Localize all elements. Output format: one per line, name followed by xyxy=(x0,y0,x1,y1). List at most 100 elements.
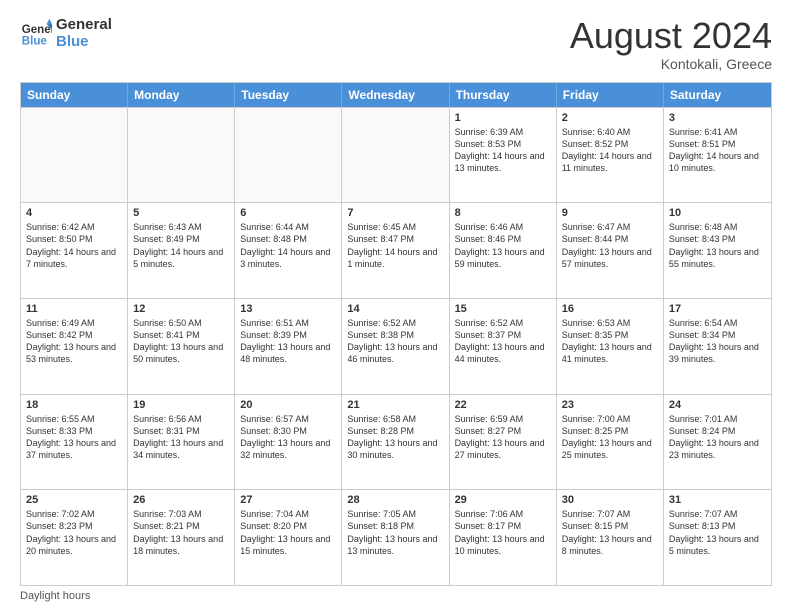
calendar-cell-27: 27 Sunrise: 7:04 AM Sunset: 8:20 PM Dayli… xyxy=(235,490,342,585)
svg-text:General: General xyxy=(22,24,52,36)
day-number: 27 xyxy=(240,494,336,506)
calendar-body: 1Sunrise: 6:39 AM Sunset: 8:53 PM Daylig… xyxy=(21,107,771,585)
cell-info: Sunrise: 7:05 AM Sunset: 8:18 PM Dayligh… xyxy=(347,508,443,557)
cell-info: Sunrise: 7:03 AM Sunset: 8:21 PM Dayligh… xyxy=(133,508,229,557)
calendar-cell-2: 2 Sunrise: 6:40 AM Sunset: 8:52 PM Daylig… xyxy=(557,108,664,203)
day-number: 24 xyxy=(669,399,766,411)
day-number: 29 xyxy=(455,494,551,506)
cell-info: Sunrise: 6:46 AM Sunset: 8:46 PM Dayligh… xyxy=(455,221,551,270)
calendar-cell-11: 11Sunrise: 6:49 AM Sunset: 8:42 PM Dayli… xyxy=(21,299,128,394)
cell-info: Sunrise: 7:07 AM Sunset: 8:15 PM Dayligh… xyxy=(562,508,658,557)
calendar-cell-19: 19Sunrise: 6:56 AM Sunset: 8:31 PM Dayli… xyxy=(128,395,235,490)
cell-info: Sunrise: 7:01 AM Sunset: 8:24 PM Dayligh… xyxy=(669,413,766,462)
calendar-row-3: 18 Sunrise: 6:55 AM Sunset: 8:33 PM Dayli… xyxy=(21,394,771,490)
calendar-cell-13: 13 Sunrise: 6:51 AM Sunset: 8:39 PM Dayli… xyxy=(235,299,342,394)
day-number: 28 xyxy=(347,494,443,506)
logo-line2: Blue xyxy=(56,33,112,50)
cell-info: Sunrise: 6:40 AM Sunset: 8:52 PM Dayligh… xyxy=(562,126,658,175)
cell-info: Sunrise: 6:57 AM Sunset: 8:30 PM Dayligh… xyxy=(240,413,336,462)
cell-info: Sunrise: 6:59 AM Sunset: 8:27 PM Dayligh… xyxy=(455,413,551,462)
day-number: 14 xyxy=(347,303,443,315)
day-number: 18 xyxy=(26,399,122,411)
day-number: 13 xyxy=(240,303,336,315)
day-number: 16 xyxy=(562,303,658,315)
cell-info: Sunrise: 6:41 AM Sunset: 8:51 PM Dayligh… xyxy=(669,126,766,175)
day-number: 20 xyxy=(240,399,336,411)
day-number: 6 xyxy=(240,207,336,219)
cell-info: Sunrise: 6:47 AM Sunset: 8:44 PM Dayligh… xyxy=(562,221,658,270)
calendar-cell-31: 31Sunrise: 7:07 AM Sunset: 8:13 PM Dayli… xyxy=(664,490,771,585)
header-day-monday: Monday xyxy=(128,83,235,107)
cell-info: Sunrise: 6:49 AM Sunset: 8:42 PM Dayligh… xyxy=(26,317,122,366)
cell-info: Sunrise: 6:52 AM Sunset: 8:38 PM Dayligh… xyxy=(347,317,443,366)
calendar: SundayMondayTuesdayWednesdayThursdayFrid… xyxy=(20,82,772,586)
calendar-cell-24: 24 Sunrise: 7:01 AM Sunset: 8:24 PM Dayli… xyxy=(664,395,771,490)
location-subtitle: Kontokali, Greece xyxy=(570,56,772,72)
cell-info: Sunrise: 7:07 AM Sunset: 8:13 PM Dayligh… xyxy=(669,508,766,557)
calendar-cell-6: 6 Sunrise: 6:44 AM Sunset: 8:48 PM Daylig… xyxy=(235,203,342,298)
day-number: 12 xyxy=(133,303,229,315)
cell-info: Sunrise: 7:04 AM Sunset: 8:20 PM Dayligh… xyxy=(240,508,336,557)
calendar-cell-29: 29Sunrise: 7:06 AM Sunset: 8:17 PM Dayli… xyxy=(450,490,557,585)
cell-info: Sunrise: 6:43 AM Sunset: 8:49 PM Dayligh… xyxy=(133,221,229,270)
day-number: 26 xyxy=(133,494,229,506)
calendar-cell-22: 22Sunrise: 6:59 AM Sunset: 8:27 PM Dayli… xyxy=(450,395,557,490)
logo-line1: General xyxy=(56,16,112,33)
page-header: General Blue General Blue August 2024 Ko… xyxy=(20,16,772,72)
logo: General Blue General Blue xyxy=(20,16,112,51)
calendar-cell-26: 26 Sunrise: 7:03 AM Sunset: 8:21 PM Dayli… xyxy=(128,490,235,585)
calendar-cell-14: 14 Sunrise: 6:52 AM Sunset: 8:38 PM Dayli… xyxy=(342,299,449,394)
cell-info: Sunrise: 7:00 AM Sunset: 8:25 PM Dayligh… xyxy=(562,413,658,462)
calendar-header: SundayMondayTuesdayWednesdayThursdayFrid… xyxy=(21,83,771,107)
cell-info: Sunrise: 6:51 AM Sunset: 8:39 PM Dayligh… xyxy=(240,317,336,366)
day-number: 8 xyxy=(455,207,551,219)
calendar-row-2: 11Sunrise: 6:49 AM Sunset: 8:42 PM Dayli… xyxy=(21,298,771,394)
header-day-friday: Friday xyxy=(557,83,664,107)
calendar-cell-7: 7 Sunrise: 6:45 AM Sunset: 8:47 PM Daylig… xyxy=(342,203,449,298)
cell-info: Sunrise: 6:50 AM Sunset: 8:41 PM Dayligh… xyxy=(133,317,229,366)
calendar-row-1: 4Sunrise: 6:42 AM Sunset: 8:50 PM Daylig… xyxy=(21,202,771,298)
cell-info: Sunrise: 6:55 AM Sunset: 8:33 PM Dayligh… xyxy=(26,413,122,462)
calendar-cell-12: 12 Sunrise: 6:50 AM Sunset: 8:41 PM Dayli… xyxy=(128,299,235,394)
header-day-tuesday: Tuesday xyxy=(235,83,342,107)
month-title: August 2024 xyxy=(570,16,772,56)
header-day-thursday: Thursday xyxy=(450,83,557,107)
calendar-row-4: 25Sunrise: 7:02 AM Sunset: 8:23 PM Dayli… xyxy=(21,489,771,585)
cell-info: Sunrise: 6:45 AM Sunset: 8:47 PM Dayligh… xyxy=(347,221,443,270)
day-number: 21 xyxy=(347,399,443,411)
cell-info: Sunrise: 6:48 AM Sunset: 8:43 PM Dayligh… xyxy=(669,221,766,270)
day-number: 10 xyxy=(669,207,766,219)
calendar-cell-4: 4Sunrise: 6:42 AM Sunset: 8:50 PM Daylig… xyxy=(21,203,128,298)
calendar-cell-30: 30 Sunrise: 7:07 AM Sunset: 8:15 PM Dayli… xyxy=(557,490,664,585)
footer-note: Daylight hours xyxy=(20,590,772,602)
header-day-wednesday: Wednesday xyxy=(342,83,449,107)
calendar-cell-25: 25Sunrise: 7:02 AM Sunset: 8:23 PM Dayli… xyxy=(21,490,128,585)
calendar-cell-empty-0-2 xyxy=(235,108,342,203)
cell-info: Sunrise: 6:44 AM Sunset: 8:48 PM Dayligh… xyxy=(240,221,336,270)
calendar-cell-21: 21Sunrise: 6:58 AM Sunset: 8:28 PM Dayli… xyxy=(342,395,449,490)
cell-info: Sunrise: 7:02 AM Sunset: 8:23 PM Dayligh… xyxy=(26,508,122,557)
day-number: 17 xyxy=(669,303,766,315)
calendar-cell-empty-0-3 xyxy=(342,108,449,203)
day-number: 9 xyxy=(562,207,658,219)
day-number: 2 xyxy=(562,112,658,124)
day-number: 7 xyxy=(347,207,443,219)
cell-info: Sunrise: 6:52 AM Sunset: 8:37 PM Dayligh… xyxy=(455,317,551,366)
calendar-cell-5: 5Sunrise: 6:43 AM Sunset: 8:49 PM Daylig… xyxy=(128,203,235,298)
cell-info: Sunrise: 6:53 AM Sunset: 8:35 PM Dayligh… xyxy=(562,317,658,366)
day-number: 23 xyxy=(562,399,658,411)
cell-info: Sunrise: 6:54 AM Sunset: 8:34 PM Dayligh… xyxy=(669,317,766,366)
cell-info: Sunrise: 6:42 AM Sunset: 8:50 PM Dayligh… xyxy=(26,221,122,270)
day-number: 30 xyxy=(562,494,658,506)
day-number: 15 xyxy=(455,303,551,315)
calendar-cell-empty-0-0 xyxy=(21,108,128,203)
calendar-cell-23: 23 Sunrise: 7:00 AM Sunset: 8:25 PM Dayli… xyxy=(557,395,664,490)
calendar-cell-15: 15 Sunrise: 6:52 AM Sunset: 8:37 PM Dayli… xyxy=(450,299,557,394)
day-number: 3 xyxy=(669,112,766,124)
calendar-cell-17: 17 Sunrise: 6:54 AM Sunset: 8:34 PM Dayli… xyxy=(664,299,771,394)
calendar-cell-empty-0-1 xyxy=(128,108,235,203)
calendar-cell-8: 8 Sunrise: 6:46 AM Sunset: 8:46 PM Daylig… xyxy=(450,203,557,298)
calendar-cell-3: 3 Sunrise: 6:41 AM Sunset: 8:51 PM Daylig… xyxy=(664,108,771,203)
svg-text:Blue: Blue xyxy=(22,36,48,48)
title-block: August 2024 Kontokali, Greece xyxy=(570,16,772,72)
